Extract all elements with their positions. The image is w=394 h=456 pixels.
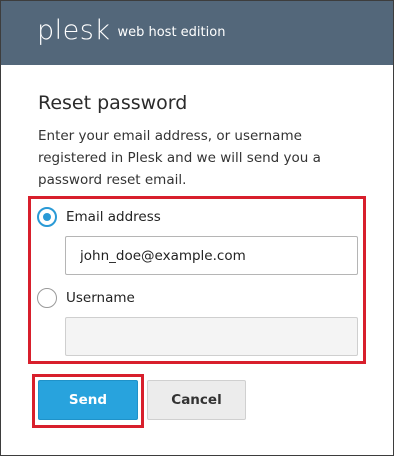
username-radio-label: Username <box>66 290 135 306</box>
username-radio[interactable] <box>37 288 57 308</box>
page-description: Enter your email address, or username re… <box>38 128 321 188</box>
header-bar: plesk web host edition <box>1 1 393 65</box>
reset-password-window: plesk web host edition Reset password En… <box>0 0 394 456</box>
plesk-logo: plesk web host edition <box>37 15 225 51</box>
email-radio[interactable] <box>37 207 57 227</box>
logo-edition: web host edition <box>117 25 226 40</box>
cancel-button[interactable]: Cancel <box>147 380 246 420</box>
send-button[interactable]: Send <box>38 380 138 420</box>
email-input[interactable] <box>65 236 358 275</box>
username-option[interactable]: Username <box>37 288 135 308</box>
email-option[interactable]: Email address <box>37 207 161 227</box>
email-radio-label: Email address <box>66 209 161 225</box>
username-input[interactable] <box>65 317 358 356</box>
logo-wordmark: plesk <box>37 15 111 46</box>
page-title: Reset password <box>38 92 188 114</box>
